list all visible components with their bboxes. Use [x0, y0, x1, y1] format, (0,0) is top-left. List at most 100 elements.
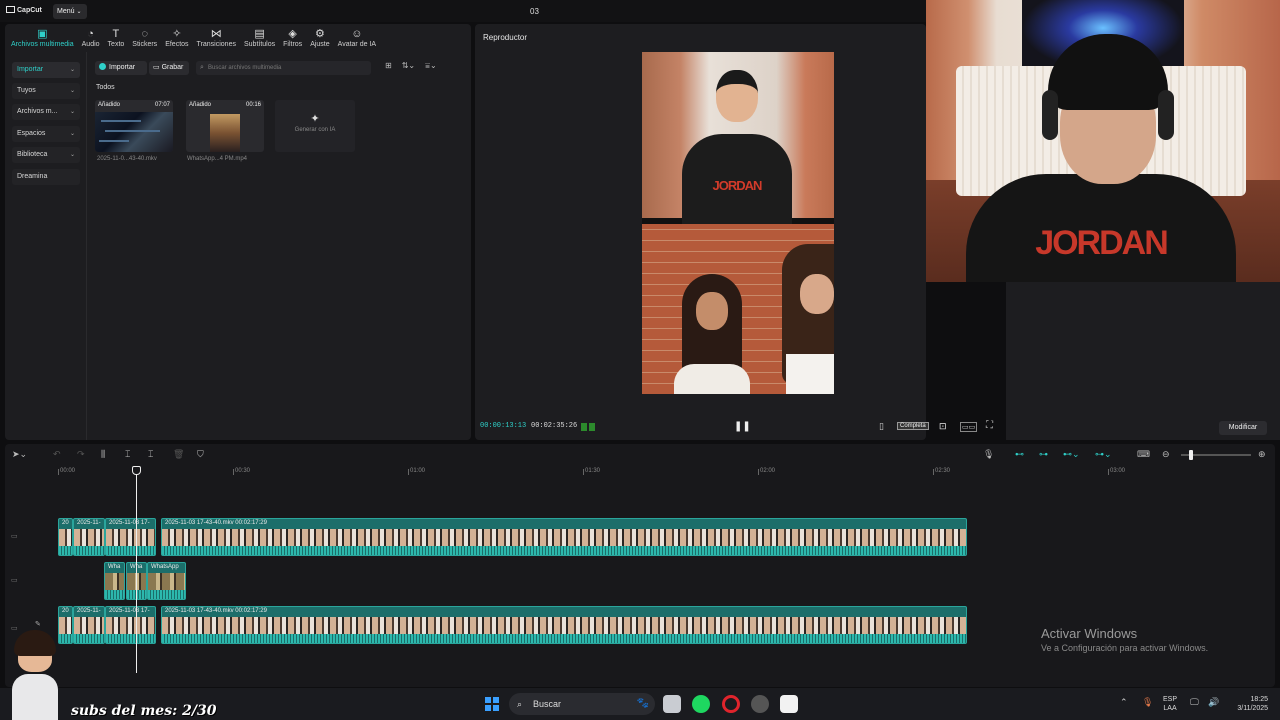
capcut-taskbar-icon[interactable] — [780, 695, 798, 713]
playhead[interactable] — [136, 468, 137, 673]
redo-icon[interactable]: ↷ — [77, 449, 85, 460]
ratio-icon[interactable]: ▯ — [879, 421, 884, 432]
spotify-icon[interactable] — [692, 695, 710, 713]
tab-label: Filtros — [283, 40, 303, 48]
grid-view-icon[interactable]: ⊞ — [385, 61, 392, 70]
select-tool-icon[interactable]: ➤⌄ — [12, 449, 27, 460]
timeline-clip[interactable]: 2025-11-03 17- — [105, 606, 156, 644]
tab-text[interactable]: T Texto — [104, 24, 129, 52]
file-explorer-icon[interactable] — [663, 695, 681, 713]
trim-left-icon[interactable]: ⌶ — [125, 449, 130, 460]
video-bottom-frame — [642, 224, 834, 394]
time-ruler[interactable]: 00:00 00:30 01:00 01:30 02:00 02:30 03:0… — [5, 468, 1275, 480]
microphone-icon[interactable]: 🎙 — [983, 449, 994, 460]
tab-transitions[interactable]: ⋈ Transiciones — [193, 24, 240, 52]
record-button[interactable]: ▭ Grabar — [149, 61, 189, 75]
chevron-down-icon: ⌄ — [69, 67, 75, 73]
trim-right-icon[interactable]: ⌶ — [148, 449, 153, 460]
head — [716, 70, 758, 122]
timeline-clip[interactable]: 2025-11- — [73, 518, 105, 556]
camera-icon: ▭ — [153, 64, 160, 71]
tab-media[interactable]: ▣ Archivos multimedia — [7, 24, 78, 52]
media-search-input[interactable]: ⌕ Buscar archivos multimedia — [196, 61, 371, 75]
timeline-clip[interactable]: 2025-11-03 17-43-40.mkv 00:02:17:29 — [161, 518, 967, 556]
sidebar-item-label: Archivos m... — [17, 108, 58, 115]
tab-effects[interactable]: ✧ Efectos — [161, 24, 192, 52]
preview-axis-icon[interactable]: ⊶⌄ — [1095, 449, 1112, 460]
media-item[interactable]: Añadido 00:16 — [186, 100, 264, 152]
modify-button[interactable]: Modificar — [1219, 421, 1267, 435]
timeline-clip[interactable]: 2025-11-03 17- — [105, 518, 156, 556]
tab-label: Ajuste — [310, 40, 330, 48]
network-icon[interactable]: 🖵 — [1190, 697, 1199, 708]
timeline-toolbar: ➤⌄ ↶ ↷ ⫼ ⌶ ⌶ 🗑 ⛉ 🎙 ⊷ ⊶ ⊷⌄ ⊶⌄ ⌨ ⊖ ⊕ — [5, 444, 1275, 466]
taskbar-search[interactable]: ⌕ Buscar 🐾 — [509, 693, 655, 715]
sidebar-item-label: Dreamina — [17, 173, 48, 180]
menu-button[interactable]: Menú ⌄ — [53, 4, 87, 19]
zoom-slider-knob[interactable] — [1189, 450, 1193, 460]
sidebar-item-yours[interactable]: Tuyos ⌄ — [12, 83, 80, 99]
marker-icon[interactable]: ⛉ — [197, 449, 204, 460]
language-indicator[interactable]: ESP LAA — [1163, 695, 1177, 713]
tab-audio[interactable]: ◔ Audio — [78, 24, 104, 52]
import-button[interactable]: Importar — [95, 61, 147, 75]
sidebar-item-spaces[interactable]: Espacios ⌄ — [12, 126, 80, 142]
split-icon[interactable]: ⫼ — [101, 449, 105, 460]
ratio-badge-icon[interactable]: ▭▭ — [960, 422, 978, 432]
microphone-icon[interactable]: 🎙 — [1142, 697, 1153, 708]
volume-icon[interactable]: 🔊 — [1208, 697, 1219, 708]
transition-icon: ⋈ — [210, 27, 222, 40]
sidebar-item-label: Tuyos — [17, 87, 36, 94]
tab-filters[interactable]: ◈ Filtros — [279, 24, 306, 52]
pause-button[interactable]: ❚❚ — [734, 421, 751, 432]
tab-ai-avatar[interactable]: ☺ Avatar de IA — [334, 24, 380, 52]
magnet-icon[interactable]: ⊶ — [1039, 449, 1048, 460]
zoom-out-icon[interactable]: ⊖ — [1162, 449, 1170, 460]
windows-start-icon[interactable] — [485, 697, 499, 711]
caption-icon[interactable]: ⌨ — [1137, 449, 1150, 460]
playhead-handle[interactable] — [132, 466, 141, 475]
snap-icon[interactable]: ⊷⌄ — [1063, 449, 1080, 460]
track-lock-icon[interactable]: ▭ — [11, 532, 18, 540]
media-item[interactable]: Añadido 07:07 — [95, 100, 173, 152]
opera-icon[interactable] — [722, 695, 740, 713]
media-icon: ▣ — [37, 27, 48, 40]
timeline-clip[interactable]: WhatsApp — [147, 562, 186, 600]
timeline-clip[interactable]: Wha — [104, 562, 125, 600]
player-controls: 00:00:13:13 00:02:35:26 ❚❚ ▯ Completa ⊡ — [475, 418, 947, 436]
system-clock[interactable]: 18:25 3/11/2025 — [1226, 695, 1268, 713]
sidebar-item-dreamina[interactable]: Dreamina — [12, 169, 80, 185]
hair — [1048, 34, 1168, 110]
video-preview[interactable]: JORDAN — [642, 52, 834, 394]
delete-icon[interactable]: 🗑 — [173, 449, 184, 460]
fit-button[interactable]: Completa — [897, 422, 929, 430]
tab-adjust[interactable]: ⚙ Ajuste — [306, 24, 333, 52]
chrome-icon[interactable] — [751, 695, 769, 713]
fullscreen-icon[interactable]: ⛶ — [986, 420, 993, 431]
sidebar-item-library[interactable]: Biblioteca ⌄ — [12, 147, 80, 163]
sidebar-item-import[interactable]: Importar ⌄ — [12, 62, 80, 78]
filters-icon: ◈ — [288, 27, 297, 40]
timeline-clip[interactable]: 2025-11- — [73, 606, 105, 644]
tab-stickers[interactable]: ◌ Stickers — [128, 24, 161, 52]
tab-subtitles[interactable]: ▤ Subtítulos — [240, 24, 279, 52]
chevron-up-icon[interactable]: ⌃ — [1120, 697, 1128, 708]
ruler-tick: 01:30 — [582, 468, 601, 475]
sparkle-icon: ✦ — [310, 113, 320, 125]
link-icon[interactable]: ⊷ — [1015, 449, 1024, 460]
zoom-in-icon[interactable]: ⊕ — [1258, 449, 1266, 460]
timeline-clip[interactable]: 20 — [58, 518, 73, 556]
filter-icon[interactable]: ⩸⌄ — [425, 61, 437, 70]
track-lock-icon[interactable]: ▭ — [11, 576, 18, 584]
generate-ai-card[interactable]: ✦ Generar con IA — [275, 100, 355, 152]
cover-edit-icon[interactable]: ✎ — [35, 620, 41, 628]
focus-icon[interactable]: ⊡ — [939, 421, 947, 432]
clip-label: WhatsApp — [151, 564, 179, 570]
video-top-frame: JORDAN — [642, 52, 834, 224]
sidebar-item-media-files[interactable]: Archivos m... ⌄ — [12, 104, 80, 120]
asset-toolbar: ▣ Archivos multimedia ◔ Audio T Texto ◌ Stic… — [5, 24, 471, 52]
undo-icon[interactable]: ↶ — [53, 449, 61, 460]
timeline-clip[interactable]: 2025-11-03 17-43-40.mkv 00:02:17:29 — [161, 606, 967, 644]
clock-time: 18:25 — [1250, 696, 1268, 703]
sort-icon[interactable]: ⇅⌄ — [402, 61, 415, 70]
